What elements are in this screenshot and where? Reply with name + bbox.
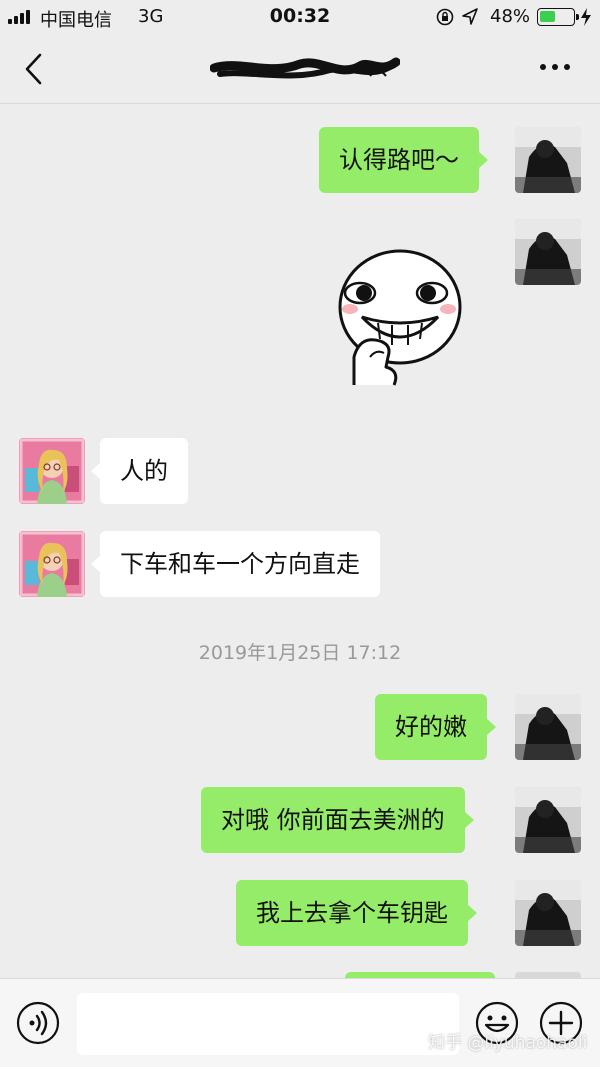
my-avatar-image — [515, 880, 581, 946]
orientation-lock-icon — [436, 8, 454, 26]
grinning-face-sticker[interactable] — [330, 245, 470, 395]
message-input[interactable] — [77, 993, 459, 1055]
contact-avatar[interactable] — [19, 438, 85, 504]
input-bar — [0, 978, 600, 1067]
chat-header — [0, 34, 600, 104]
my-avatar-image — [515, 127, 581, 193]
charging-icon — [581, 8, 591, 26]
message-text: 下车和车一个方向直走 — [120, 550, 360, 578]
chat-timestamp: 2019年1月25日 17:12 — [198, 642, 402, 664]
location-icon — [462, 8, 478, 25]
message-bubble-outgoing[interactable]: 我上去拿个车钥匙 — [236, 880, 477, 946]
message-text: 认得路吧～ — [339, 146, 459, 174]
message-text: 我上去拿个车钥匙 — [256, 899, 448, 927]
my-avatar[interactable] — [515, 694, 581, 760]
message-bubble-incoming[interactable]: 下车和车一个方向直走 — [91, 531, 380, 597]
watermark: 知乎 @liyuhaohaoli — [428, 1033, 588, 1053]
my-avatar[interactable] — [515, 787, 581, 853]
contact-avatar[interactable] — [19, 531, 85, 597]
my-avatar-image — [515, 694, 581, 760]
chevron-left-icon[interactable] — [22, 52, 46, 86]
battery-percent: 48% — [490, 6, 531, 27]
contact-name-redacted — [210, 57, 400, 79]
contact-avatar-image — [19, 438, 85, 504]
status-bar: 中国电信 3G 00:32 48% — [0, 0, 600, 34]
voice-icon[interactable] — [16, 1001, 60, 1045]
contact-avatar-image — [19, 531, 85, 597]
my-avatar-image — [515, 787, 581, 853]
message-bubble-outgoing[interactable]: 好的嫩 — [375, 694, 496, 760]
my-avatar-image — [515, 219, 581, 285]
message-text: 好的嫩 — [395, 713, 467, 741]
message-bubble-incoming[interactable]: 人的 — [91, 438, 188, 504]
my-avatar[interactable] — [515, 127, 581, 193]
my-avatar[interactable] — [515, 880, 581, 946]
my-avatar[interactable] — [515, 219, 581, 285]
message-text: 对哦 你前面去美洲的 — [221, 806, 445, 834]
battery-icon — [537, 8, 579, 26]
message-bubble-outgoing[interactable]: 对哦 你前面去美洲的 — [201, 787, 474, 853]
more-dots-icon[interactable] — [538, 64, 572, 74]
message-bubble-outgoing[interactable]: 认得路吧～ — [319, 127, 488, 193]
message-text: 人的 — [120, 457, 168, 485]
